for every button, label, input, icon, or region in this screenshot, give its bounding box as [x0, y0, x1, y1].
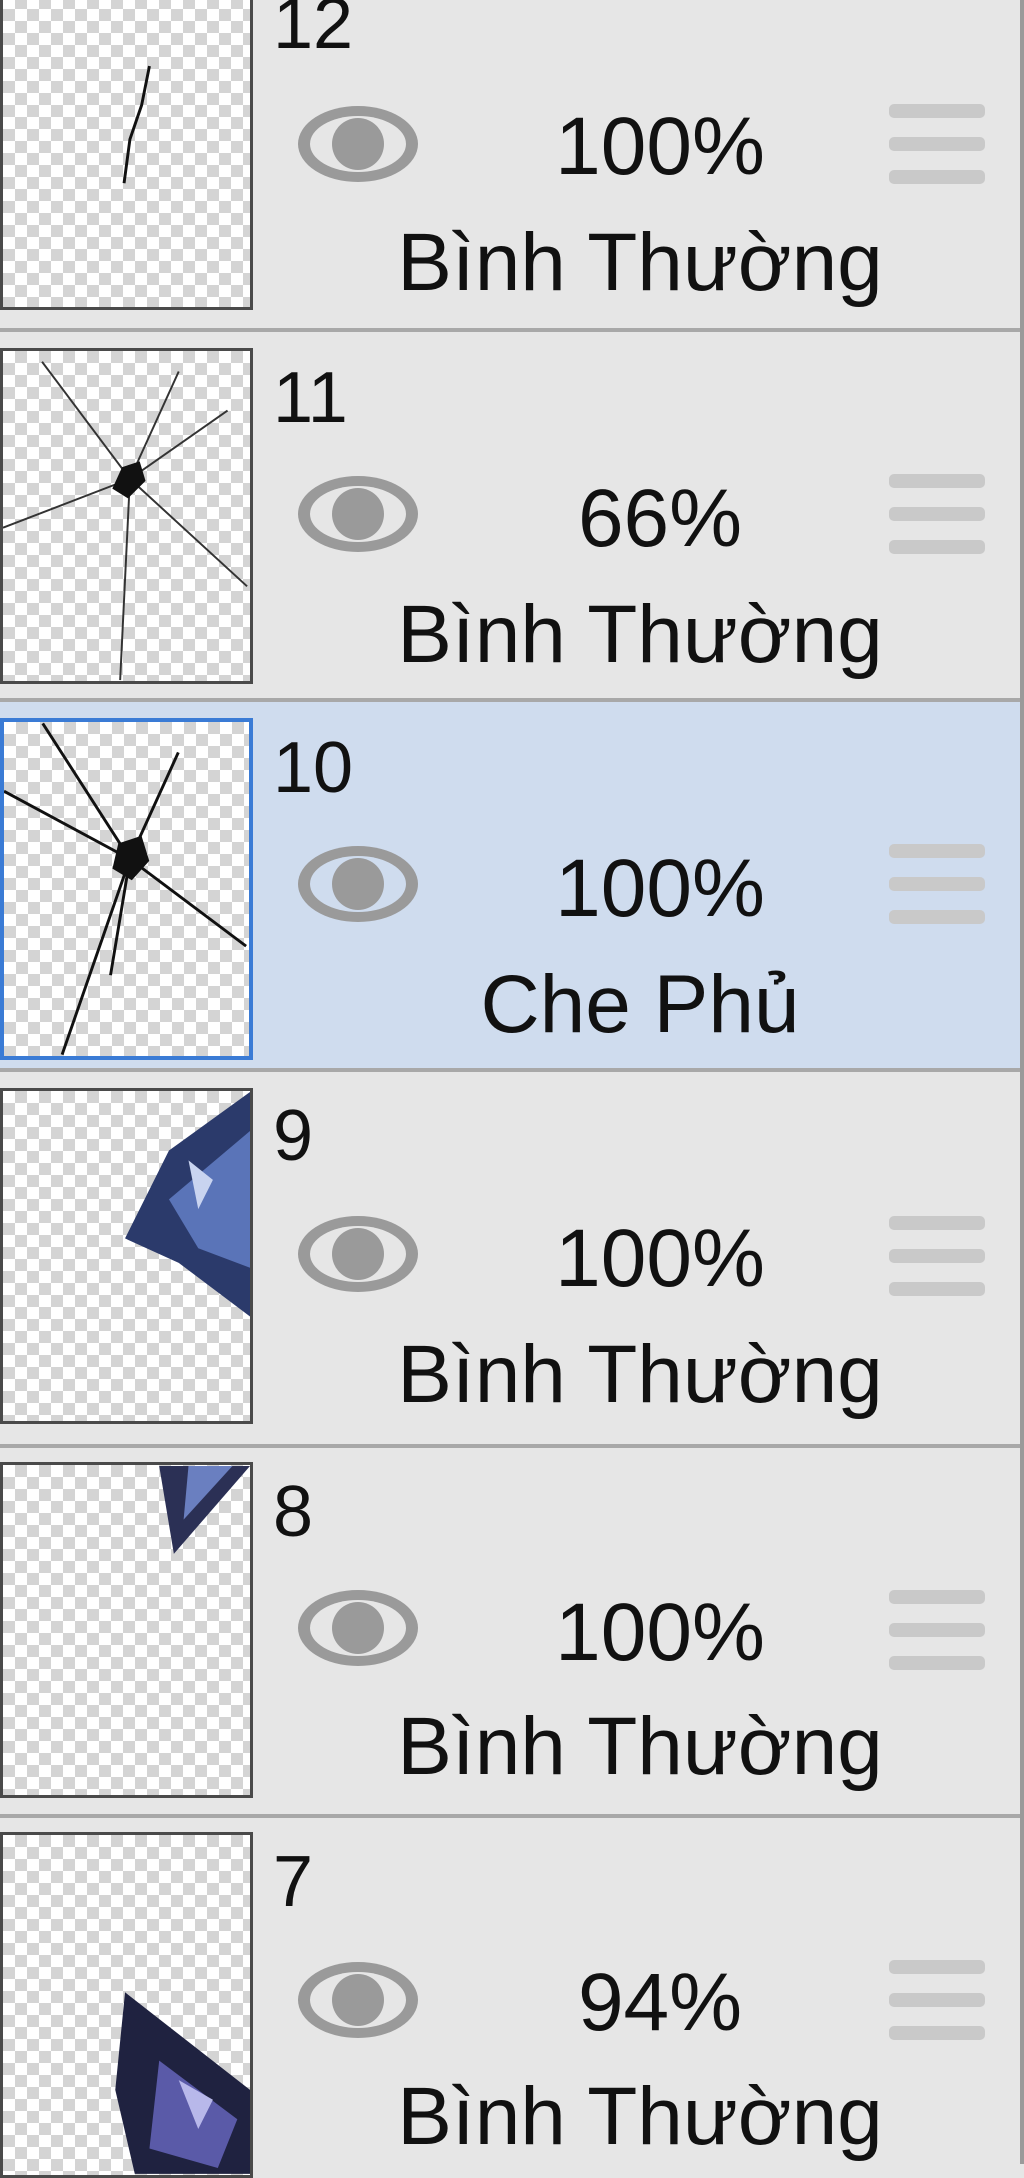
opacity-value[interactable]: 100% [520, 848, 800, 930]
layer-name: 8 [273, 1472, 314, 1552]
blend-mode[interactable]: Che Phủ [360, 964, 920, 1046]
eye-icon[interactable] [293, 98, 423, 190]
panel-edge [1020, 0, 1024, 2164]
layer-name: 12 [273, 0, 354, 64]
eye-icon[interactable] [293, 838, 423, 930]
blend-mode[interactable]: Bình Thường [360, 1334, 920, 1416]
drag-handle-icon[interactable] [889, 1590, 985, 1670]
opacity-value[interactable]: 66% [520, 478, 800, 560]
layer-thumbnail [0, 1462, 253, 1798]
opacity-value[interactable]: 100% [520, 106, 800, 188]
layer-thumbnail-art [122, 65, 151, 184]
layer-row-12[interactable]: 12 100% Bình Thường [0, 0, 1024, 328]
layer-name: 11 [273, 358, 348, 438]
layer-row-8[interactable]: 8 100% Bình Thường [0, 1448, 1024, 1814]
opacity-value[interactable]: 94% [520, 1962, 800, 2044]
blend-mode[interactable]: Bình Thường [360, 594, 920, 676]
drag-handle-icon[interactable] [889, 1216, 985, 1296]
layer-panel: 12 100% Bình Thường 11 66% Bình Thường 1… [0, 0, 1024, 2178]
eye-icon[interactable] [293, 1954, 423, 2046]
layer-name: 7 [273, 1842, 314, 1922]
eye-icon[interactable] [293, 1208, 423, 1300]
layer-thumbnail-art [3, 361, 248, 681]
layer-row-7[interactable]: 7 94% Bình Thường [0, 1818, 1024, 2178]
layer-thumbnail-art [4, 722, 247, 1056]
layer-thumbnail-art [115, 1992, 250, 2174]
layer-thumbnail-art [125, 1091, 250, 1317]
eye-icon[interactable] [293, 1582, 423, 1674]
blend-mode[interactable]: Bình Thường [360, 1706, 920, 1788]
layer-row-10[interactable]: 10 100% Che Phủ [0, 702, 1024, 1068]
layer-name: 10 [273, 728, 354, 808]
opacity-value[interactable]: 100% [520, 1218, 800, 1300]
blend-mode[interactable]: Bình Thường [360, 2076, 920, 2158]
layer-row-9[interactable]: 9 100% Bình Thường [0, 1072, 1024, 1444]
blend-mode[interactable]: Bình Thường [360, 222, 920, 304]
drag-handle-icon[interactable] [889, 474, 985, 554]
layer-thumbnail [0, 1088, 253, 1424]
drag-handle-icon[interactable] [889, 844, 985, 924]
layer-thumbnail [0, 348, 253, 684]
drag-handle-icon[interactable] [889, 104, 985, 184]
layer-row-11[interactable]: 11 66% Bình Thường [0, 332, 1024, 698]
layer-thumbnail-art [159, 1465, 250, 1554]
eye-icon[interactable] [293, 468, 423, 560]
layer-thumbnail [0, 718, 253, 1060]
drag-handle-icon[interactable] [889, 1960, 985, 2040]
layer-thumbnail [0, 0, 253, 310]
layer-thumbnail [0, 1832, 253, 2178]
opacity-value[interactable]: 100% [520, 1592, 800, 1674]
layer-name: 9 [273, 1096, 314, 1176]
